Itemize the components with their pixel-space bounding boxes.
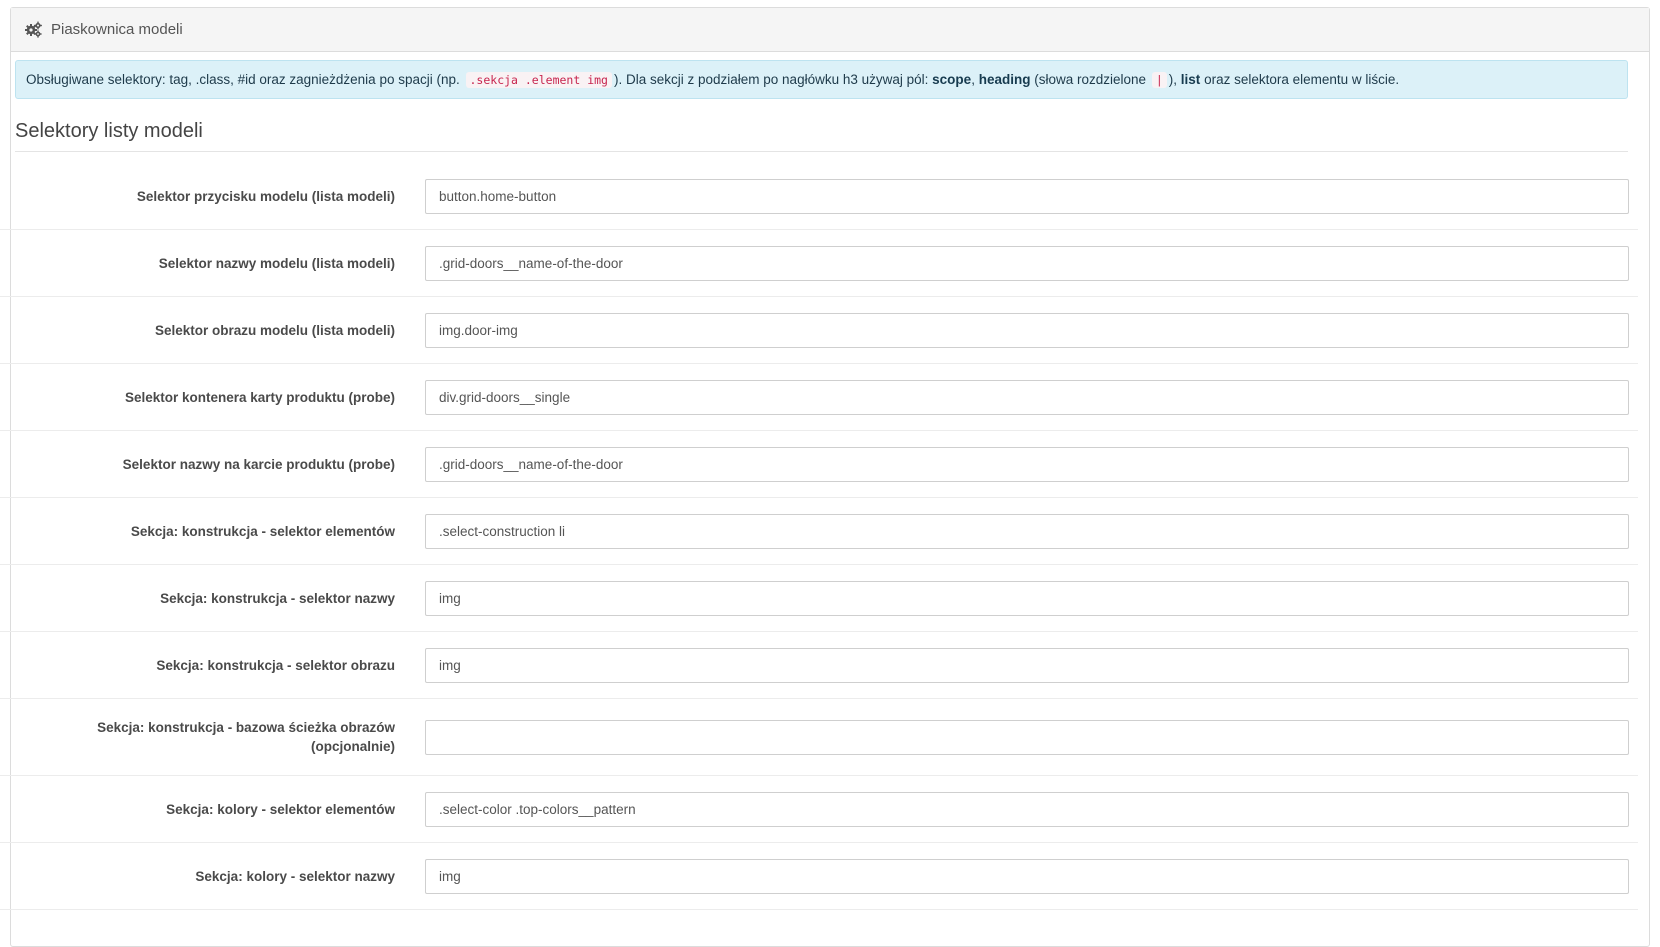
- form-row: Selektor kontenera karty produktu (probe…: [0, 364, 1638, 431]
- field-label: Sekcja: konstrukcja - selektor nazwy: [160, 590, 395, 606]
- alert-text: ). Dla sekcji z podziałem po nagłówku h3…: [613, 72, 929, 87]
- alert-text: oraz selektora elementu w liście.: [1204, 72, 1400, 87]
- field-label: Selektor przycisku modelu (lista modeli): [136, 188, 395, 204]
- form-row: Sekcja: kolory - selektor elementów .sel…: [0, 776, 1638, 843]
- form-row: Sekcja: konstrukcja - selektor obrazu im…: [0, 632, 1638, 699]
- construction-image-base-path-input[interactable]: [425, 719, 1629, 755]
- info-alert: Obsługiwane selektory: tag, .class, #id …: [15, 60, 1628, 99]
- colors-name-selector-input[interactable]: img: [425, 858, 1629, 894]
- model-name-selector-input[interactable]: .grid-doors__name-of-the-door: [425, 245, 1629, 281]
- form-row: Selektor nazwy modelu (lista modeli) .gr…: [0, 230, 1638, 297]
- alert-code-example: .sekcja .element img: [465, 71, 612, 88]
- field-label: Sekcja: konstrukcja - bazowa ścieżka obr…: [97, 720, 395, 754]
- field-label: Selektor nazwy na karcie produktu (probe…: [122, 456, 395, 472]
- field-label: Selektor nazwy modelu (lista modeli): [158, 255, 395, 271]
- form-row: Selektor obrazu modelu (lista modeli) im…: [0, 297, 1638, 364]
- alert-code-separator: |: [1151, 71, 1167, 88]
- section-title: Selektory listy modeli: [15, 120, 1628, 152]
- model-image-selector-input[interactable]: img.door-img: [425, 312, 1629, 348]
- construction-name-selector-input[interactable]: img: [425, 580, 1629, 616]
- gears-icon: [25, 21, 42, 38]
- form-row: Selektor przycisku modelu (lista modeli)…: [0, 163, 1638, 230]
- alert-text: Obsługiwane selektory: tag, .class, #id …: [26, 72, 460, 87]
- colors-elements-selector-input[interactable]: .select-color .top-colors__pattern: [425, 791, 1629, 827]
- form-row: Sekcja: konstrukcja - selektor nazwy img: [0, 565, 1638, 632]
- form-row: Sekcja: kolory - selektor nazwy img: [0, 843, 1638, 910]
- form-rows: Selektor przycisku modelu (lista modeli)…: [0, 163, 1638, 910]
- alert-keyword-list: list: [1180, 72, 1201, 87]
- alert-comma: ,: [971, 72, 975, 87]
- field-label: Selektor obrazu modelu (lista modeli): [154, 322, 395, 338]
- alert-text: ),: [1168, 72, 1178, 87]
- panel-title: Piaskownica modeli: [51, 21, 183, 38]
- product-card-container-selector-input[interactable]: div.grid-doors__single: [425, 379, 1629, 415]
- field-label: Sekcja: kolory - selektor elementów: [166, 801, 395, 817]
- alert-keyword-heading: heading: [978, 72, 1031, 87]
- model-button-selector-input[interactable]: button.home-button: [425, 178, 1629, 214]
- form-row: Sekcja: konstrukcja - bazowa ścieżka obr…: [0, 699, 1638, 776]
- product-card-name-selector-input[interactable]: .grid-doors__name-of-the-door: [425, 446, 1629, 482]
- field-label: Sekcja: kolory - selektor nazwy: [195, 868, 395, 884]
- panel-heading: Piaskownica modeli: [11, 8, 1649, 52]
- alert-text: (słowa rozdzielone: [1034, 72, 1147, 87]
- construction-elements-selector-input[interactable]: .select-construction li: [425, 513, 1629, 549]
- field-label: Sekcja: konstrukcja - selektor obrazu: [156, 657, 395, 673]
- alert-keyword-scope: scope: [932, 72, 972, 87]
- construction-image-selector-input[interactable]: img: [425, 647, 1629, 683]
- field-label: Sekcja: konstrukcja - selektor elementów: [130, 523, 395, 539]
- form-row: Sekcja: konstrukcja - selektor elementów…: [0, 498, 1638, 565]
- form-row: Selektor nazwy na karcie produktu (probe…: [0, 431, 1638, 498]
- field-label: Selektor kontenera karty produktu (probe…: [124, 389, 395, 405]
